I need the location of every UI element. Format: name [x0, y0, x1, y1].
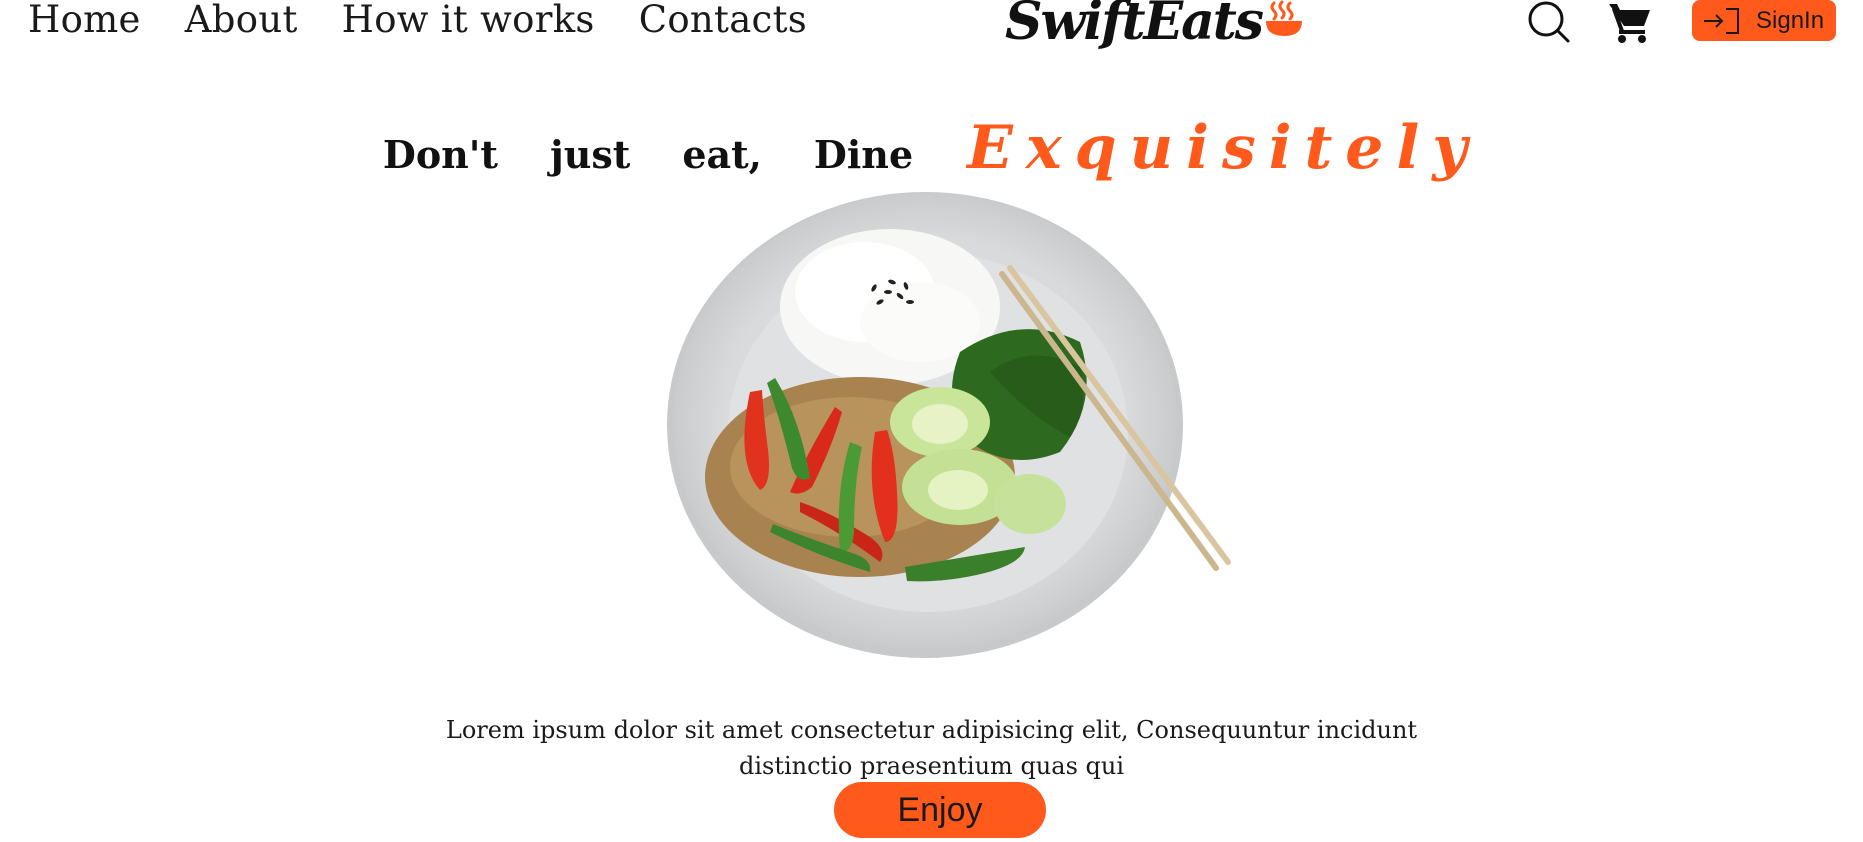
- signin-label: SignIn: [1756, 7, 1825, 34]
- headline-word: eat,: [682, 132, 762, 178]
- cart-icon[interactable]: [1607, 0, 1653, 44]
- signin-arrow-icon: [1704, 8, 1739, 34]
- brand-name: SwiftEats: [1005, 0, 1264, 52]
- headline-word: Don't: [382, 132, 498, 178]
- nav-link-how-it-works[interactable]: How it works: [342, 0, 595, 40]
- headline-word: just: [550, 132, 631, 178]
- enjoy-button[interactable]: Enjoy: [834, 782, 1046, 838]
- nav-link-about[interactable]: About: [185, 0, 298, 40]
- headline-accent: Exquisitely: [967, 113, 1481, 184]
- search-icon[interactable]: [1527, 0, 1571, 44]
- hero-description: Lorem ipsum dolor sit amet consectetur a…: [445, 716, 1418, 780]
- plate-image: [667, 192, 1231, 658]
- nav-link-contacts[interactable]: Contacts: [639, 0, 807, 40]
- brand-logo[interactable]: SwiftEats: [1005, 0, 1304, 50]
- bowl-icon: [1266, 0, 1303, 36]
- headline-word: Dine: [813, 132, 914, 178]
- nav-link-home[interactable]: Home: [28, 0, 141, 40]
- main-nav: Home About How it works Contacts: [28, 0, 807, 40]
- hero-headline: Don't just eat, Dine Exquisitely: [0, 113, 1863, 183]
- signin-button[interactable]: SignIn: [1692, 0, 1836, 41]
